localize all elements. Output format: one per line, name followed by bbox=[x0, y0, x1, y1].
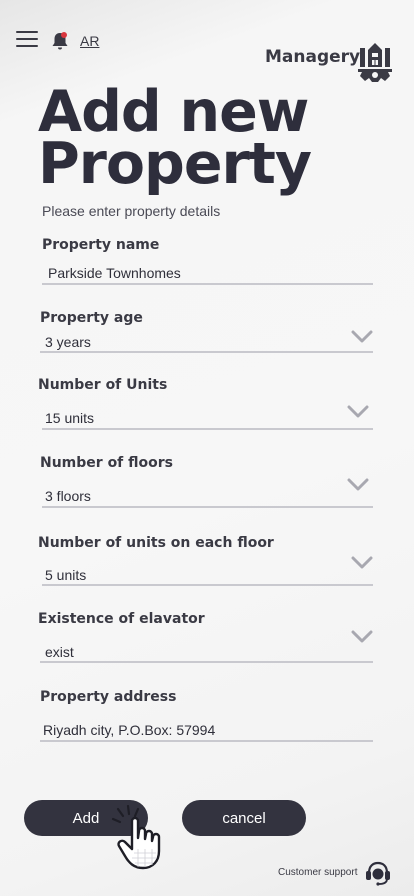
property-age-underline bbox=[40, 351, 373, 353]
property-address-underline bbox=[40, 740, 373, 742]
elevator-underline bbox=[40, 661, 373, 663]
chevron-down-icon[interactable] bbox=[351, 330, 373, 344]
page-title-line2: Property bbox=[38, 131, 312, 197]
number-of-units-select[interactable]: 15 units bbox=[45, 410, 94, 426]
headset-icon[interactable] bbox=[364, 860, 392, 886]
property-age-label: Property age bbox=[40, 310, 143, 326]
number-of-units-underline bbox=[42, 428, 373, 430]
page-subtitle: Please enter property details bbox=[42, 203, 221, 219]
number-of-floors-select[interactable]: 3 floors bbox=[45, 488, 91, 504]
bell-icon[interactable] bbox=[51, 31, 69, 51]
customer-support-label[interactable]: Customer support bbox=[278, 867, 357, 878]
cancel-button[interactable]: cancel bbox=[182, 800, 306, 836]
property-name-label: Property name bbox=[42, 237, 160, 253]
property-address-input[interactable]: Riyadh city, P.O.Box: 57994 bbox=[43, 722, 215, 738]
property-name-input[interactable]: Parkside Townhomes bbox=[48, 265, 181, 281]
elevator-label: Existence of elavator bbox=[38, 611, 205, 627]
chevron-down-icon[interactable] bbox=[351, 630, 373, 644]
chevron-down-icon[interactable] bbox=[351, 556, 373, 570]
managery-logo-icon bbox=[358, 43, 392, 82]
units-per-floor-label: Number of units on each floor bbox=[38, 535, 274, 551]
units-per-floor-underline bbox=[42, 584, 373, 586]
units-per-floor-select[interactable]: 5 units bbox=[45, 567, 86, 583]
property-name-underline bbox=[42, 283, 373, 285]
number-of-units-label: Number of Units bbox=[38, 377, 168, 393]
property-address-label: Property address bbox=[40, 689, 177, 705]
number-of-floors-label: Number of floors bbox=[40, 455, 173, 471]
chevron-down-icon[interactable] bbox=[347, 478, 369, 492]
number-of-floors-underline bbox=[42, 506, 373, 508]
property-age-select[interactable]: 3 years bbox=[45, 334, 91, 350]
brand-name: Managery bbox=[265, 47, 361, 67]
language-toggle-link[interactable]: AR bbox=[80, 33, 99, 49]
hamburger-menu-icon[interactable] bbox=[16, 31, 38, 49]
hand-pointer-icon bbox=[111, 805, 161, 870]
chevron-down-icon[interactable] bbox=[347, 405, 369, 419]
page-title: Add new Property bbox=[38, 84, 398, 197]
elevator-select[interactable]: exist bbox=[45, 644, 74, 660]
